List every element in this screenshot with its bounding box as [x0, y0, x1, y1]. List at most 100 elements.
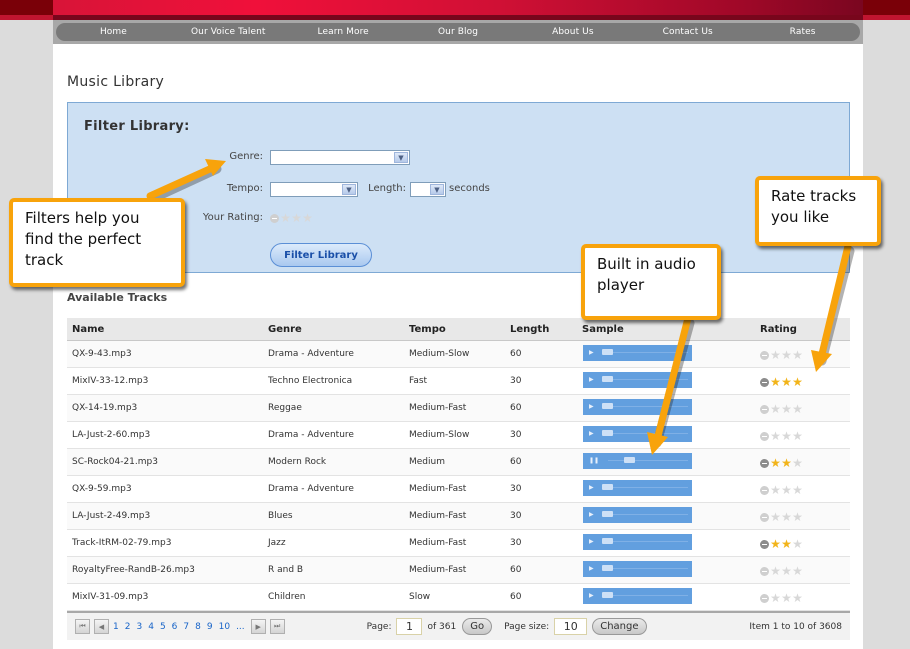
- audio-player[interactable]: ▶: [583, 345, 692, 361]
- seek-handle[interactable]: [602, 565, 613, 571]
- column-header-tempo[interactable]: Tempo: [405, 324, 506, 335]
- track-rating-stars[interactable]: ★ ★ ★: [760, 403, 803, 415]
- seek-track[interactable]: [608, 406, 688, 407]
- tempo-select[interactable]: ▼: [270, 182, 358, 197]
- star-icon[interactable]: ★: [781, 376, 792, 388]
- track-rating-stars[interactable]: ★ ★ ★: [760, 457, 803, 469]
- page-number-link[interactable]: 5: [160, 622, 166, 632]
- nav-item-contact-us[interactable]: Contact Us: [630, 27, 745, 37]
- star-icon[interactable]: ★: [770, 430, 781, 442]
- star-icon[interactable]: ★: [770, 538, 781, 550]
- seek-track[interactable]: [608, 379, 688, 380]
- clear-rating-icon[interactable]: [760, 458, 769, 468]
- last-page-button[interactable]: ⏭: [269, 619, 285, 634]
- filter-library-button[interactable]: Filter Library: [270, 243, 372, 267]
- genre-select[interactable]: ▼: [270, 150, 410, 165]
- star-icon[interactable]: ★: [781, 403, 792, 415]
- track-rating-stars[interactable]: ★ ★ ★: [760, 430, 803, 442]
- seek-track[interactable]: [608, 433, 688, 434]
- audio-player[interactable]: ▶: [583, 399, 692, 415]
- star-icon[interactable]: ★: [792, 592, 803, 604]
- page-input[interactable]: 1: [396, 618, 423, 635]
- play-icon[interactable]: ▶: [589, 349, 594, 356]
- clear-rating-icon[interactable]: [760, 512, 769, 522]
- page-number-link[interactable]: 9: [207, 622, 213, 632]
- nav-item-blog[interactable]: Our Blog: [401, 27, 516, 37]
- page-number-link[interactable]: 2: [125, 622, 131, 632]
- clear-rating-icon[interactable]: [270, 213, 279, 223]
- track-rating-stars[interactable]: ★ ★ ★: [760, 484, 803, 496]
- star-icon[interactable]: ★: [770, 349, 781, 361]
- star-icon[interactable]: ★: [770, 376, 781, 388]
- star-icon[interactable]: ★: [792, 484, 803, 496]
- star-icon[interactable]: ★: [792, 457, 803, 469]
- seek-track[interactable]: [608, 595, 688, 596]
- audio-player[interactable]: ▶: [583, 480, 692, 496]
- star-icon[interactable]: ★: [781, 511, 792, 523]
- play-icon[interactable]: ▶: [589, 484, 594, 491]
- page-number-link[interactable]: 4: [148, 622, 154, 632]
- nav-item-learn-more[interactable]: Learn More: [286, 27, 401, 37]
- star-icon[interactable]: ★: [781, 565, 792, 577]
- audio-player[interactable]: ❚❚: [583, 453, 692, 469]
- play-icon[interactable]: ▶: [589, 376, 594, 383]
- audio-player[interactable]: ▶: [583, 534, 692, 550]
- seek-handle[interactable]: [602, 592, 613, 598]
- nav-item-about-us[interactable]: About Us: [515, 27, 630, 37]
- track-rating-stars[interactable]: ★ ★ ★: [760, 565, 803, 577]
- clear-rating-icon[interactable]: [760, 485, 769, 495]
- track-rating-stars[interactable]: ★ ★ ★: [760, 592, 803, 604]
- page-number-link[interactable]: 1: [113, 622, 119, 632]
- seek-handle[interactable]: [602, 430, 613, 436]
- star-icon[interactable]: ★: [792, 511, 803, 523]
- column-header-name[interactable]: Name: [67, 324, 263, 335]
- star-icon[interactable]: ★: [770, 484, 781, 496]
- change-page-size-button[interactable]: Change: [592, 618, 647, 635]
- star-icon[interactable]: ★: [781, 592, 792, 604]
- seek-track[interactable]: [608, 514, 688, 515]
- star-icon[interactable]: ★: [792, 565, 803, 577]
- nav-item-voice-talent[interactable]: Our Voice Talent: [171, 27, 286, 37]
- page-number-link[interactable]: 6: [172, 622, 178, 632]
- track-rating-stars[interactable]: ★ ★ ★: [760, 376, 803, 388]
- star-icon[interactable]: ★: [781, 430, 792, 442]
- nav-item-home[interactable]: Home: [56, 27, 171, 37]
- pause-icon[interactable]: ❚❚: [589, 457, 599, 464]
- star-icon[interactable]: ★: [770, 457, 781, 469]
- seek-handle[interactable]: [602, 349, 613, 355]
- audio-player[interactable]: ▶: [583, 507, 692, 523]
- clear-rating-icon[interactable]: [760, 377, 769, 387]
- seek-track[interactable]: [608, 487, 688, 488]
- seek-track[interactable]: [608, 460, 688, 461]
- star-icon[interactable]: ★: [781, 457, 792, 469]
- page-number-link[interactable]: 3: [136, 622, 142, 632]
- play-icon[interactable]: ▶: [589, 565, 594, 572]
- go-button[interactable]: Go: [462, 618, 493, 635]
- star-icon[interactable]: ★: [770, 565, 781, 577]
- clear-rating-icon[interactable]: [760, 431, 769, 441]
- clear-rating-icon[interactable]: [760, 539, 769, 549]
- star-icon[interactable]: ★: [792, 430, 803, 442]
- seek-handle[interactable]: [602, 511, 613, 517]
- play-icon[interactable]: ▶: [589, 430, 594, 437]
- star-icon[interactable]: ★: [781, 484, 792, 496]
- star-icon[interactable]: ★: [792, 538, 803, 550]
- page-size-input[interactable]: 10: [554, 618, 588, 635]
- seek-track[interactable]: [608, 568, 688, 569]
- star-icon[interactable]: ★: [770, 403, 781, 415]
- star-icon[interactable]: ★: [792, 376, 803, 388]
- page-number-link[interactable]: 7: [183, 622, 189, 632]
- star-icon[interactable]: ★: [781, 349, 792, 361]
- audio-player[interactable]: ▶: [583, 588, 692, 604]
- first-page-button[interactable]: ⏮: [75, 619, 90, 634]
- star-icon[interactable]: ★: [770, 592, 781, 604]
- clear-rating-icon[interactable]: [760, 404, 769, 414]
- page-number-link[interactable]: 8: [195, 622, 201, 632]
- length-select[interactable]: ▼: [410, 182, 446, 197]
- page-number-link[interactable]: ...: [236, 622, 245, 632]
- clear-rating-icon[interactable]: [760, 350, 769, 360]
- track-rating-stars[interactable]: ★ ★ ★: [760, 538, 803, 550]
- play-icon[interactable]: ▶: [589, 592, 594, 599]
- nav-item-rates[interactable]: Rates: [745, 27, 860, 37]
- star-icon[interactable]: ★: [291, 212, 302, 224]
